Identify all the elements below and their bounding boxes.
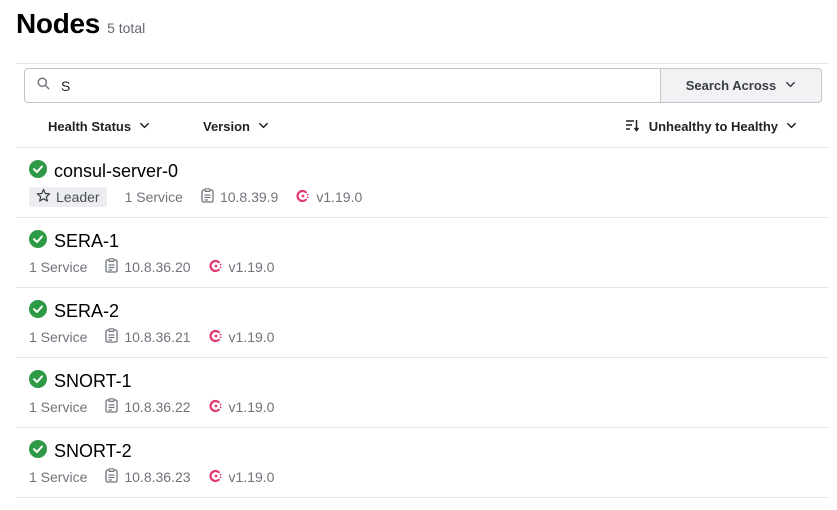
node-meta: 1 Service 10.8.36.23 v1.19.0 [29,467,274,487]
clipboard-icon [201,188,220,206]
health-status-filter[interactable]: Health Status [48,104,150,148]
node-version: v1.19.0 [209,399,275,416]
node-version: v1.19.0 [296,189,362,206]
service-count: 1 Service [29,399,88,415]
page-title: Nodes [16,8,101,39]
sort-label: Unhealthy to Healthy [648,118,778,134]
sort-icon [617,118,639,135]
node-version: v1.19.0 [209,469,275,486]
node-name: SERA-1 [54,231,120,251]
filter-bar: Health Status Version Unhealthy to Healt… [16,104,829,148]
node-name: SNORT-1 [54,371,132,391]
service-count: 1 Service [29,329,88,345]
healthy-check-icon [29,160,47,183]
consul-icon [209,329,229,346]
healthy-check-icon [29,370,47,393]
address-text: 10.8.36.22 [124,399,191,415]
node-title: SERA-1 [29,230,119,253]
node-count: 5 total [107,20,146,36]
leader-badge: Leader [29,187,107,207]
node-address: 10.8.39.9 [201,188,278,206]
search-input[interactable] [61,77,621,94]
node-row[interactable]: SERA-2 1 Service 10.8.36.21 v1.19.0 [16,288,829,358]
address-text: 10.8.39.9 [219,189,279,205]
healthy-check-icon [29,300,47,323]
search-field[interactable] [24,68,660,103]
version-text: v1.19.0 [316,189,363,205]
service-count: 1 Service [29,469,88,485]
service-count: 1 Service [124,189,183,205]
node-list: consul-server-0 Leader 1 Service 10.8.39… [16,148,829,498]
node-meta: 1 Service 10.8.36.22 v1.19.0 [29,397,274,417]
version-text: v1.19.0 [228,259,275,275]
sort-dropdown[interactable]: Unhealthy to Healthy [617,104,797,148]
version-label: Version [203,118,250,134]
chevron-down-icon [776,78,796,93]
address-text: 10.8.36.20 [124,259,191,275]
address-text: 10.8.36.23 [124,469,191,485]
version-text: v1.19.0 [228,469,275,485]
clipboard-icon [105,468,124,486]
consul-icon [209,469,229,486]
health-status-label: Health Status [48,118,132,134]
node-name: consul-server-0 [54,161,179,181]
node-row[interactable]: SERA-1 1 Service 10.8.36.20 v1.19.0 [16,218,829,288]
leader-label: Leader [56,189,100,205]
node-title: consul-server-0 [29,160,178,183]
address-text: 10.8.36.21 [124,329,191,345]
clipboard-icon [105,258,124,276]
version-text: v1.19.0 [228,329,275,345]
node-meta: 1 Service 10.8.36.21 v1.19.0 [29,327,274,347]
node-meta: 1 Service 10.8.36.20 v1.19.0 [29,257,274,277]
node-address: 10.8.36.23 [105,468,191,486]
node-row[interactable]: SNORT-1 1 Service 10.8.36.22 v1.19.0 [16,358,829,428]
node-title: SNORT-2 [29,440,132,463]
search-icon [37,76,50,95]
service-count: 1 Service [29,259,88,275]
node-version: v1.19.0 [209,329,275,346]
clipboard-icon [105,328,124,346]
node-address: 10.8.36.22 [105,398,191,416]
consul-icon [209,399,229,416]
node-title: SERA-2 [29,300,119,323]
page-header: Nodes 5 total [16,8,145,40]
node-name: SERA-2 [54,301,120,321]
version-filter[interactable]: Version [203,104,269,148]
node-row[interactable]: SNORT-2 1 Service 10.8.36.23 v1.19.0 [16,428,829,498]
consul-icon [209,259,229,276]
search-across-button[interactable]: Search Across [660,68,822,103]
clipboard-icon [105,398,124,416]
chevron-down-icon [778,119,797,134]
node-address: 10.8.36.21 [105,328,191,346]
search-across-label: Search Across [685,78,777,93]
node-name: SNORT-2 [54,441,132,461]
node-address: 10.8.36.20 [105,258,191,276]
search-bar: Search Across [24,68,822,103]
healthy-check-icon [29,440,47,463]
chevron-down-icon [250,119,269,134]
consul-icon [296,189,316,206]
divider [16,63,829,64]
chevron-down-icon [131,119,150,134]
node-row[interactable]: consul-server-0 Leader 1 Service 10.8.39… [16,148,829,218]
star-icon [36,188,56,206]
version-text: v1.19.0 [228,399,275,415]
node-meta: Leader 1 Service 10.8.39.9 v1.19.0 [29,187,362,207]
node-title: SNORT-1 [29,370,132,393]
healthy-check-icon [29,230,47,253]
node-version: v1.19.0 [209,259,275,276]
